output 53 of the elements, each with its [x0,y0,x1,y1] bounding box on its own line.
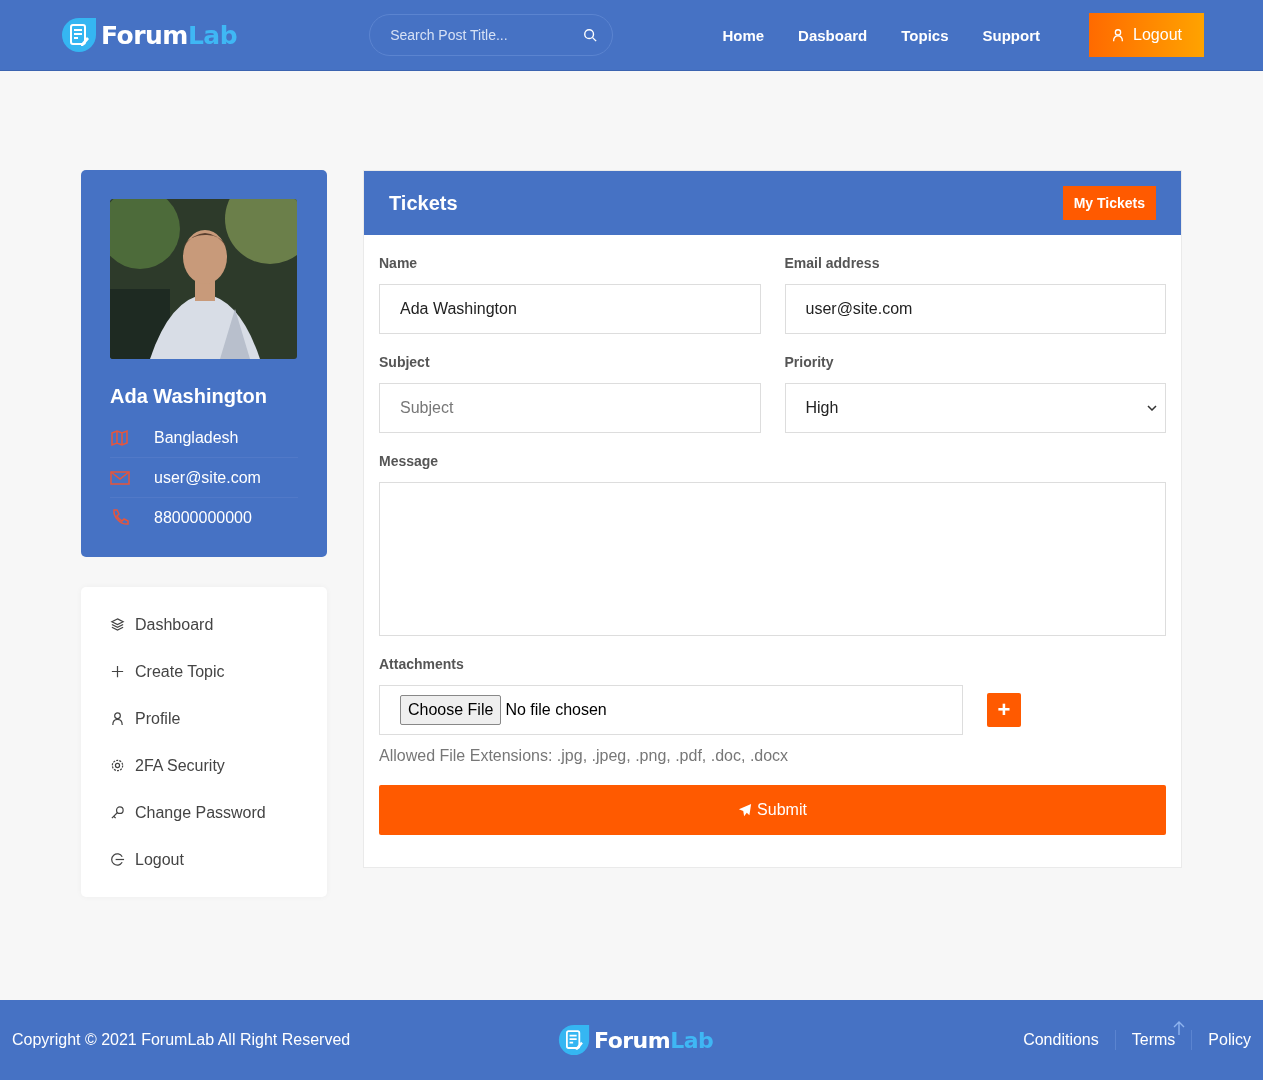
phone-icon [110,507,130,528]
subject-field[interactable]: Subject [379,383,761,433]
menu-item[interactable]: Logout [110,836,298,883]
email-field[interactable]: user@site.com [784,284,1166,334]
add-attachment-button[interactable]: + [987,693,1021,727]
panel-title: Tickets [389,191,458,215]
footer-link[interactable]: Policy [1208,1031,1251,1049]
file-extensions-hint: Allowed File Extensions: .jpg, .jpeg, .png, .pdf, .doc, .docx [379,747,790,765]
name-field[interactable]: Ada Washington [379,284,761,334]
logo-text[interactable]: ForumLab [594,1027,714,1053]
key-icon [110,805,125,820]
copyright-text: Copyright © 2021 ForumLab All Right Reserved [12,1031,352,1049]
field-label: Subject [379,354,431,370]
profile-detail: user@site.com [154,468,261,487]
menu-item[interactable]: Profile [110,695,298,742]
field-label: Attachments [379,656,465,672]
chevron-icon [1147,405,1157,411]
menu-item[interactable]: Create Topic [110,648,298,695]
my-tickets-button[interactable]: My Tickets [1062,186,1156,220]
menu-item[interactable]: 2FA Security [110,742,298,789]
footer-link[interactable]: Conditions [1023,1031,1099,1049]
scroll-to-top-icon[interactable] [1173,1020,1185,1036]
field-label: Message [379,453,440,469]
nav-link[interactable]: Home [722,26,765,44]
nav-link[interactable]: Support [982,26,1040,44]
nav-link[interactable]: Dasboard [798,26,868,44]
file-status: No file chosen [505,701,607,719]
profile-name: Ada Washington [110,385,269,408]
logout-icon [110,852,125,867]
choose-file-button[interactable]: Choose File [400,695,502,725]
map-icon [110,427,130,448]
profile-detail: 88000000000 [154,508,252,527]
profile-detail: Bangladesh [154,428,239,447]
logo-text[interactable]: ForumLab [101,20,238,50]
menu-item[interactable]: Change Password [110,789,298,836]
submit-button[interactable]: Submit [379,785,1166,835]
nav-link[interactable]: Topics [901,26,949,44]
menu-item[interactable]: Dashboard [110,601,298,648]
settings-icon [110,758,125,773]
search-icon[interactable] [583,28,598,42]
user-icon [1111,28,1126,42]
logo-icon [558,1024,590,1056]
field-label: Name [379,255,419,271]
field-label: Priority [784,354,835,370]
layers-icon [110,617,125,632]
user-icon [110,711,125,726]
plus-icon [110,664,125,679]
footer-link[interactable]: Terms [1131,1031,1176,1049]
priority-select[interactable]: High [784,383,1166,433]
search-field[interactable]: Search Post Title... [369,14,614,56]
logo-icon [61,17,97,53]
paper-plane-icon [738,803,753,817]
field-label: Email address [784,255,881,271]
